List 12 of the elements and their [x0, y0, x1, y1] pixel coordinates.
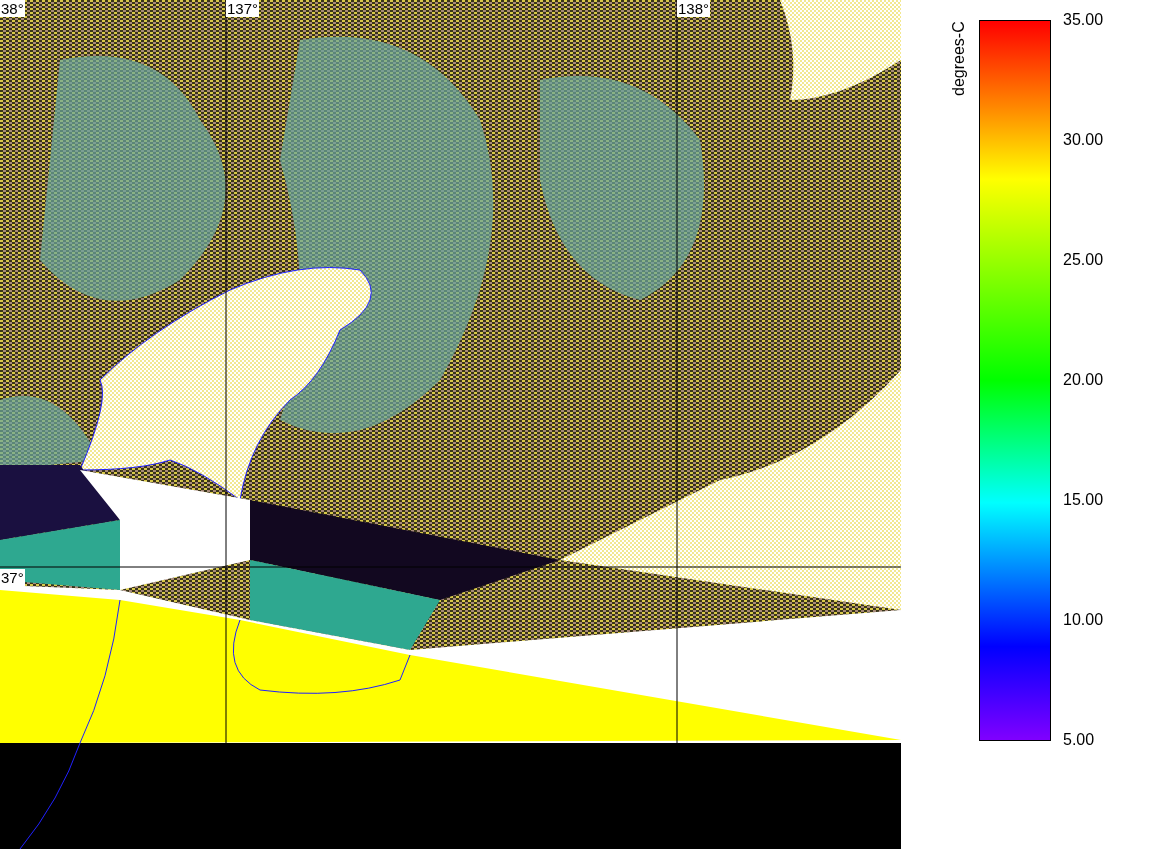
scale-tick-label: 30.00	[1063, 131, 1104, 149]
scale-tick-label: 20.00	[1063, 371, 1104, 389]
scale-tick-label: 15.00	[1063, 491, 1104, 509]
scale-tick-label: 10.00	[1063, 611, 1104, 629]
scale-tick-label: 25.00	[1063, 251, 1104, 269]
longitude-label: 137°	[226, 0, 260, 17]
colorbar-title: degrees-C	[949, 20, 968, 96]
scale-tick-label: 5.00	[1063, 731, 1095, 749]
longitude-label: 138°	[677, 0, 711, 17]
longitude-label: 38°	[0, 0, 25, 17]
scale-tick-label: 35.00	[1063, 11, 1104, 29]
latitude-label: 37°	[0, 569, 25, 586]
